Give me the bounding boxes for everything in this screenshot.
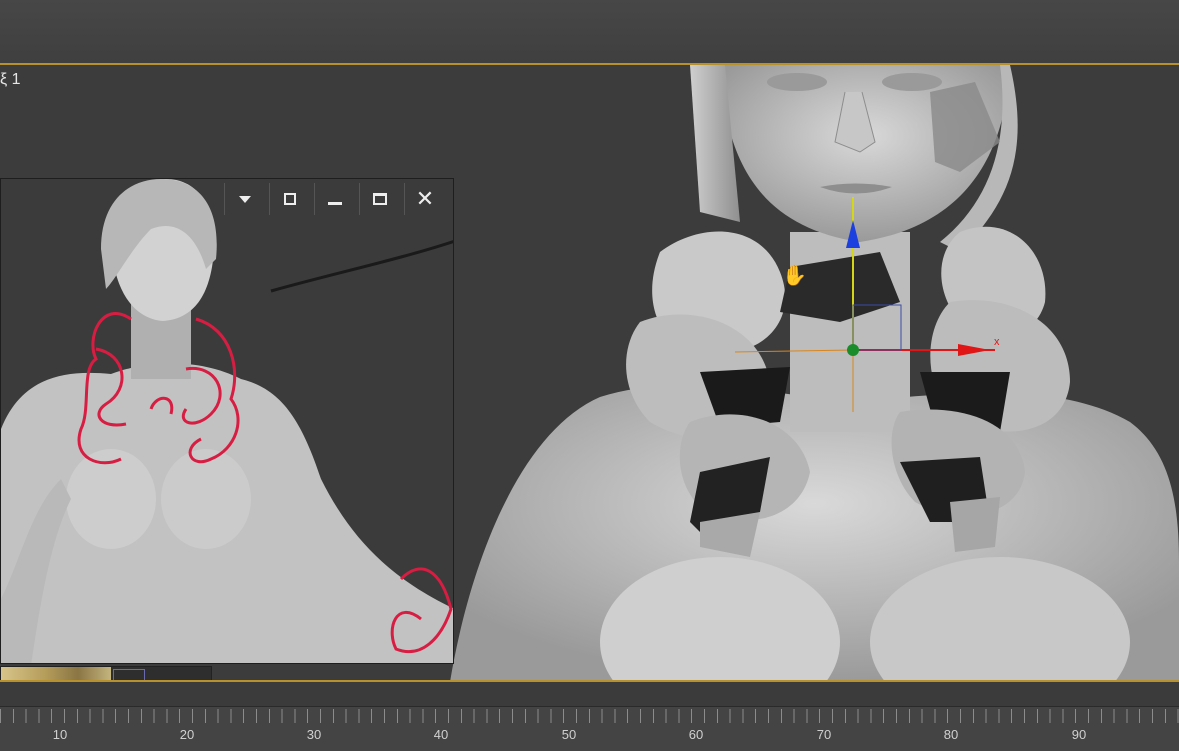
timeline-tick-10: 10 <box>52 727 68 742</box>
thumbnail-image[interactable] <box>1 667 111 680</box>
timeline-tick-40: 40 <box>433 727 449 742</box>
restore-button[interactable] <box>359 183 400 215</box>
thumbnail-frame <box>113 669 145 680</box>
minimize-icon <box>328 201 342 205</box>
reference-image-window[interactable]: ✕ <box>0 178 454 664</box>
timeline-tick-30: 30 <box>306 727 322 742</box>
maximize-viewport-icon <box>284 193 296 205</box>
track-bar[interactable] <box>0 680 1179 706</box>
top-toolbar <box>0 0 1179 63</box>
window-controls: ✕ <box>224 181 445 217</box>
close-icon: ✕ <box>415 186 435 211</box>
reference-figure <box>1 179 453 663</box>
timeline-tick-50: 50 <box>561 727 577 742</box>
fit-view-button[interactable] <box>269 183 310 215</box>
minimize-button[interactable] <box>314 183 355 215</box>
timeline[interactable]: 10 20 30 40 50 60 70 80 90 <box>0 706 1179 751</box>
timeline-tick-20: 20 <box>179 727 195 742</box>
thumbnail-strip[interactable] <box>0 666 212 680</box>
timeline-ticks <box>0 709 1179 723</box>
chevron-down-icon <box>239 195 251 203</box>
timeline-tick-90: 90 <box>1071 727 1087 742</box>
close-button[interactable]: ✕ <box>404 183 445 215</box>
dropdown-button[interactable] <box>224 183 265 215</box>
timeline-tick-60: 60 <box>688 727 704 742</box>
restore-icon <box>373 193 387 205</box>
timeline-tick-70: 70 <box>816 727 832 742</box>
svg-text:x: x <box>994 336 1000 348</box>
viewport-perspective[interactable]: ξ 1 x ✋ ✕ <box>0 63 1179 680</box>
pan-hand-icon: ✋ <box>782 265 807 287</box>
timeline-tick-80: 80 <box>943 727 959 742</box>
